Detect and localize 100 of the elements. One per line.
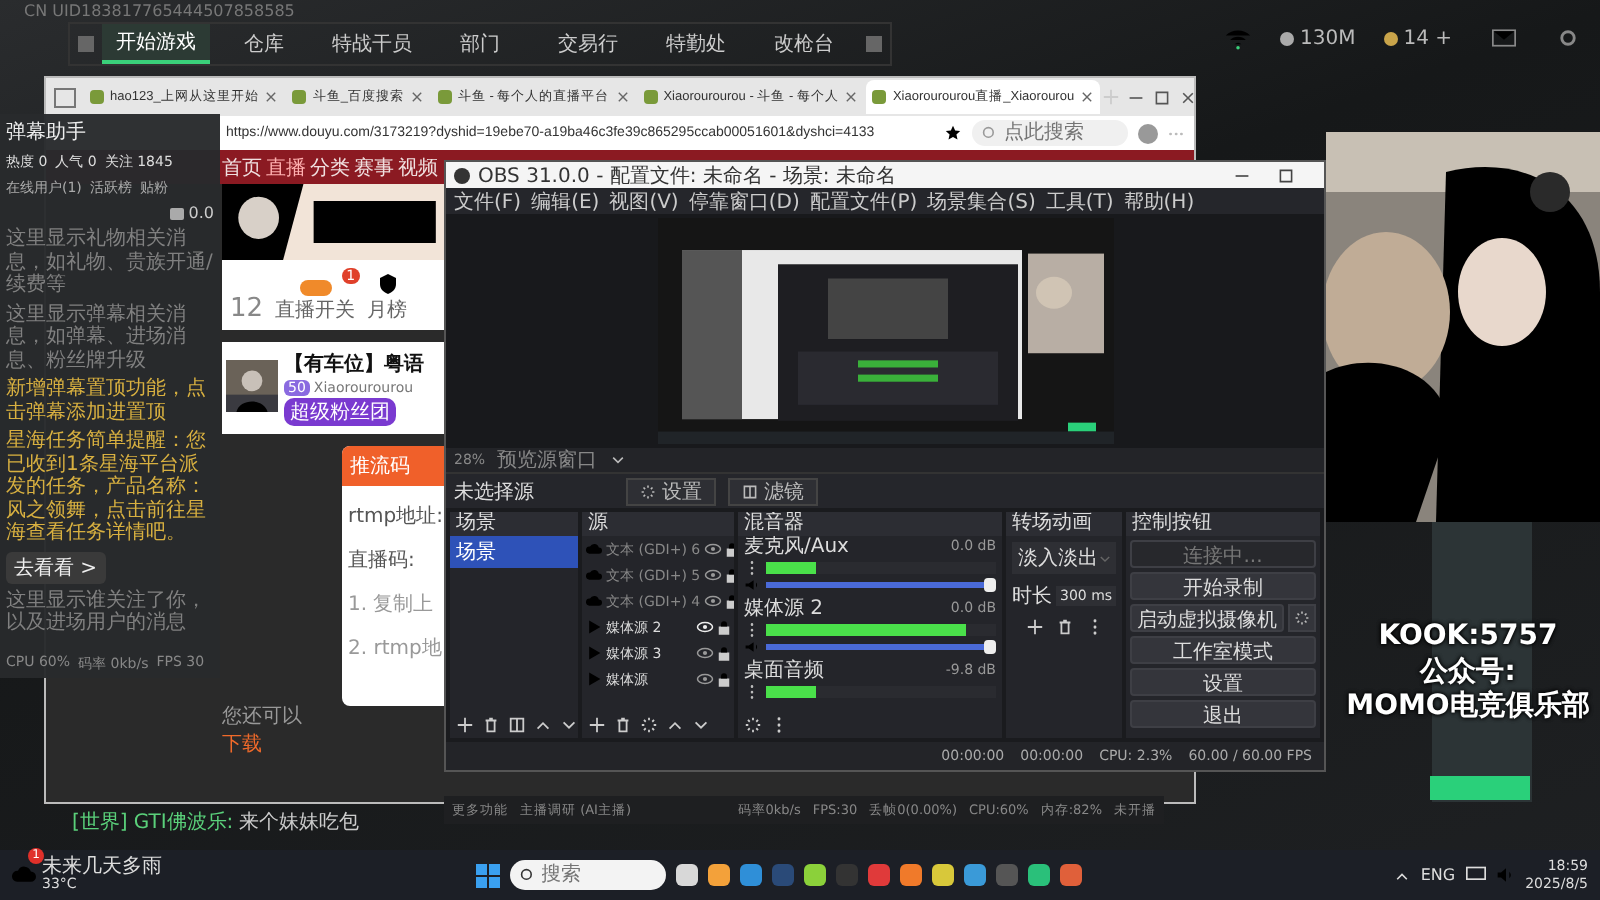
- volume-slider[interactable]: [766, 644, 996, 650]
- site-icon: [90, 90, 104, 104]
- game-tab[interactable]: 开始游戏: [102, 24, 210, 64]
- hidden-eye-icon[interactable]: [696, 646, 714, 660]
- dropdown-caret-icon[interactable]: [609, 452, 626, 468]
- lock-icon[interactable]: [718, 671, 730, 687]
- lock-icon[interactable]: [718, 645, 730, 661]
- control-button[interactable]: 开始录制: [1130, 572, 1316, 600]
- fan-club-badge[interactable]: 超级粉丝团: [284, 398, 396, 426]
- tool-label[interactable]: 直播开关: [275, 296, 356, 324]
- game-tab[interactable]: 部门: [426, 24, 534, 64]
- start-icon[interactable]: [475, 863, 500, 887]
- maximize-icon[interactable]: [1278, 167, 1294, 183]
- search-field[interactable]: 点此搜索: [972, 120, 1128, 146]
- nav-link[interactable]: 赛事: [354, 153, 394, 181]
- game-tab[interactable]: 交易行: [534, 24, 642, 64]
- game-tab[interactable]: 改枪台: [750, 24, 858, 64]
- preview-mode-dropdown[interactable]: 预览源窗口: [497, 446, 598, 474]
- move-down-icon[interactable]: [560, 716, 578, 734]
- nav-link[interactable]: 视频: [398, 153, 438, 181]
- toggle-icon[interactable]: [299, 280, 332, 296]
- add-icon[interactable]: [1025, 618, 1043, 636]
- filter-icon[interactable]: [508, 716, 526, 734]
- game-tab[interactable]: 仓库: [210, 24, 318, 64]
- add-icon[interactable]: [456, 716, 474, 734]
- menu-item[interactable]: 配置文件(P): [809, 187, 918, 215]
- delete-icon[interactable]: [482, 716, 500, 734]
- currency-amount: 130M: [1299, 27, 1356, 49]
- add-icon[interactable]: [588, 716, 606, 734]
- no-source-label: 未选择源: [454, 479, 536, 505]
- view-button[interactable]: 去看看 >: [6, 551, 106, 583]
- menu-item[interactable]: 编辑(E): [531, 187, 600, 215]
- app-icon[interactable]: [707, 864, 730, 886]
- menu-item[interactable]: 帮助(H): [1123, 187, 1195, 215]
- message-text: 新增弹幕置顶功能，点击弹幕添加进置顶: [6, 378, 208, 424]
- tool-label[interactable]: 月榜: [367, 296, 408, 324]
- close-icon[interactable]: [409, 90, 424, 104]
- monitor-icon[interactable]: [1465, 866, 1486, 884]
- menu-item[interactable]: 文件(F): [454, 187, 522, 215]
- download-link[interactable]: 下载: [222, 730, 338, 758]
- close-icon[interactable]: [615, 90, 630, 104]
- tab-actions-icon[interactable]: [54, 87, 76, 107]
- hint-text: 您还可以: [222, 703, 304, 730]
- delete-icon[interactable]: [1055, 618, 1073, 636]
- menu-item[interactable]: 工具(T): [1045, 187, 1114, 215]
- hidden-eye-icon[interactable]: [704, 594, 723, 608]
- move-up-icon[interactable]: [534, 716, 552, 734]
- control-button[interactable]: 启动虚拟摄像机: [1130, 604, 1284, 632]
- app-icon[interactable]: [675, 864, 698, 886]
- overlay-text: KOOK:5757: [1378, 620, 1558, 655]
- message-text: 这里显示谁关注了你，以及进场用户的消息: [6, 589, 208, 635]
- hidden-eye-icon[interactable]: [704, 568, 723, 582]
- mail-icon[interactable]: [1492, 26, 1516, 50]
- menu-item[interactable]: 场景集合(S): [927, 187, 1036, 215]
- app-icon[interactable]: [803, 864, 826, 886]
- close-icon[interactable]: [844, 90, 859, 104]
- shield-icon[interactable]: [375, 272, 400, 296]
- site-icon: [872, 90, 887, 104]
- eye-icon[interactable]: [696, 620, 714, 634]
- nav-link[interactable]: 直播: [266, 153, 306, 181]
- source-action-button[interactable]: 滤镜: [728, 477, 818, 505]
- delete-icon[interactable]: [614, 716, 632, 734]
- maximize-icon[interactable]: [1154, 89, 1171, 105]
- control-button[interactable]: 工作室模式: [1130, 636, 1316, 664]
- volume-slider[interactable]: [766, 582, 996, 588]
- move-up-icon[interactable]: [666, 716, 684, 734]
- source-action-button[interactable]: 设置: [626, 477, 716, 505]
- game-tab[interactable]: 特勤处: [642, 24, 750, 64]
- search-icon: [982, 125, 998, 141]
- filter-icon: [742, 483, 758, 499]
- close-icon[interactable]: [1080, 90, 1095, 104]
- app-icon[interactable]: [931, 864, 954, 886]
- lock-icon[interactable]: [718, 619, 730, 635]
- app-icon[interactable]: [899, 864, 922, 886]
- panel-title: 推流码: [342, 446, 446, 486]
- app-icon[interactable]: [963, 864, 986, 886]
- app-icon[interactable]: [739, 864, 762, 886]
- scene-item[interactable]: 场景: [450, 536, 578, 568]
- field-label: rtmp地址:: [346, 503, 445, 530]
- site-icon: [643, 90, 658, 104]
- control-button[interactable]: 退出: [1130, 700, 1316, 728]
- menu-item[interactable]: 视图(V): [609, 187, 679, 215]
- hidden-eye-icon[interactable]: [696, 672, 714, 686]
- game-tab[interactable]: 特战干员: [318, 24, 426, 64]
- hidden-eye-icon[interactable]: [704, 542, 723, 556]
- settings-button[interactable]: [1288, 604, 1316, 632]
- search-field[interactable]: 搜索: [509, 860, 666, 890]
- transition-dropdown[interactable]: 淡入淡出: [1012, 542, 1116, 574]
- control-button[interactable]: 设置: [1130, 668, 1316, 696]
- nav-link[interactable]: 分类: [310, 153, 350, 181]
- profile-avatar[interactable]: [1138, 123, 1158, 143]
- message-text: 星海任务简单提醒：您已收到1条星海平台派发的任务，产品名称：风之领舞，点击前往星海查看任务详情吧。: [6, 430, 208, 545]
- language-indicator[interactable]: ENG: [1420, 866, 1456, 884]
- nav-link[interactable]: 首页: [222, 153, 262, 181]
- move-down-icon[interactable]: [692, 716, 710, 734]
- close-icon[interactable]: [264, 90, 279, 104]
- menu-item[interactable]: 停靠窗口(D): [688, 187, 800, 215]
- star-icon[interactable]: [944, 124, 962, 142]
- app-icon[interactable]: [1027, 864, 1050, 886]
- close-icon[interactable]: [1180, 89, 1194, 105]
